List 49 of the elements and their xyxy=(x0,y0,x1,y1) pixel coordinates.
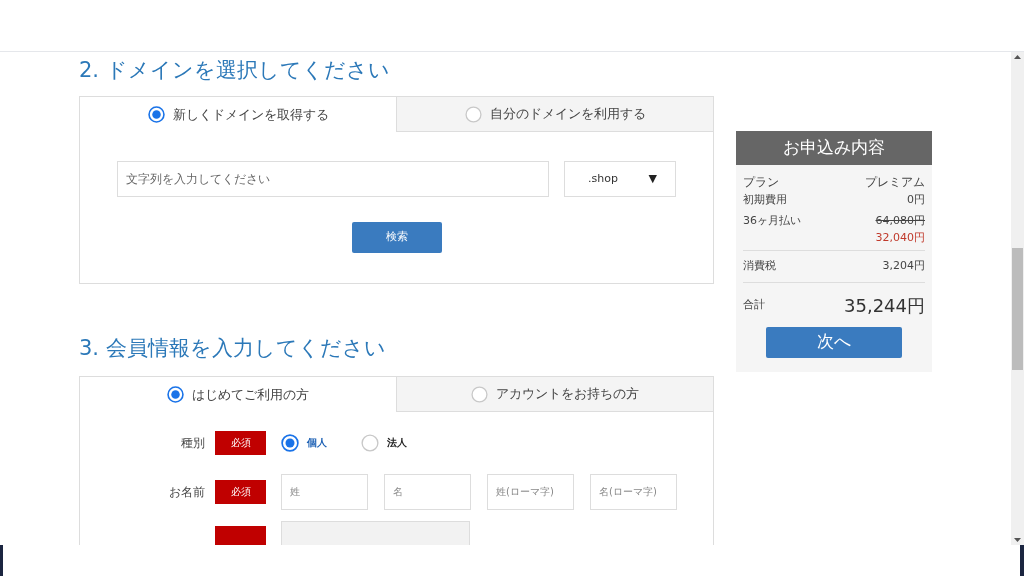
tab-label[interactable]: 自分のドメインを利用する xyxy=(489,104,646,124)
tab-label[interactable]: 新しくドメインを取得する xyxy=(172,104,329,125)
taskbar-edge xyxy=(1020,545,1024,576)
input-field[interactable]: 姓(ローマ字) xyxy=(487,473,574,510)
scroll-down-icon[interactable] xyxy=(1014,538,1021,542)
summary-value: 3,204円 xyxy=(882,258,925,274)
section-heading: 3. 会員情報を入力してください xyxy=(79,335,387,362)
required-badge xyxy=(215,526,266,545)
scrollbar-thumb[interactable] xyxy=(1012,248,1023,370)
radio-button[interactable] xyxy=(464,105,482,123)
radio-button[interactable] xyxy=(471,385,488,403)
scrollbar[interactable] xyxy=(1011,52,1024,545)
required-badge: 必須 xyxy=(215,479,266,504)
summary-label: 36ヶ月払い xyxy=(743,213,801,229)
section-heading: 2. ドメインを選択してください xyxy=(79,57,391,84)
radio-button[interactable] xyxy=(167,386,184,403)
tab-label[interactable]: アカウントをお持ちの方 xyxy=(496,384,639,404)
radio-button[interactable] xyxy=(281,433,299,452)
radio-button[interactable] xyxy=(361,433,379,452)
field-label: お名前 xyxy=(168,483,205,501)
discount-price: 32,040円 xyxy=(875,229,925,246)
tab[interactable]: 自分のドメインを利用する xyxy=(396,97,713,132)
total-price: 35,244円 xyxy=(844,293,925,318)
radio-button[interactable] xyxy=(147,106,165,123)
summary-label: 初期費用 xyxy=(743,192,787,209)
option-label[interactable]: 法人 xyxy=(387,435,407,450)
original-price: 64,080円 xyxy=(875,213,925,229)
tab-label[interactable]: はじめてご利用の方 xyxy=(192,384,309,405)
tab[interactable]: アカウントをお持ちの方 xyxy=(396,377,713,412)
input-field[interactable]: 名 xyxy=(384,473,471,510)
scroll-up-icon[interactable] xyxy=(1014,55,1021,59)
next-button[interactable]: 次へ xyxy=(766,326,902,358)
option-label[interactable]: 個人 xyxy=(307,435,327,450)
search-field[interactable]: 文字列を入力してください xyxy=(117,161,549,197)
summary-label: プラン xyxy=(743,173,779,191)
taskbar-edge xyxy=(0,545,3,576)
tld-select[interactable]: .shop ▼ xyxy=(564,161,676,197)
caret-icon: ▼ xyxy=(648,170,657,188)
summary-title: お申込み内容 xyxy=(736,131,932,165)
summary-label: 合計 xyxy=(743,296,765,313)
input-field[interactable]: 姓 xyxy=(281,473,368,510)
select-value: .shop xyxy=(588,170,618,187)
input-field[interactable]: 名(ローマ字) xyxy=(590,473,677,510)
summary-value: 0円 xyxy=(907,192,925,209)
summary-value: プレミアム xyxy=(865,173,925,191)
summary-label: 消費税 xyxy=(743,258,776,274)
field-label: 種別 xyxy=(180,434,205,452)
search-button[interactable]: 検索 xyxy=(351,222,442,253)
required-badge: 必須 xyxy=(215,430,266,455)
